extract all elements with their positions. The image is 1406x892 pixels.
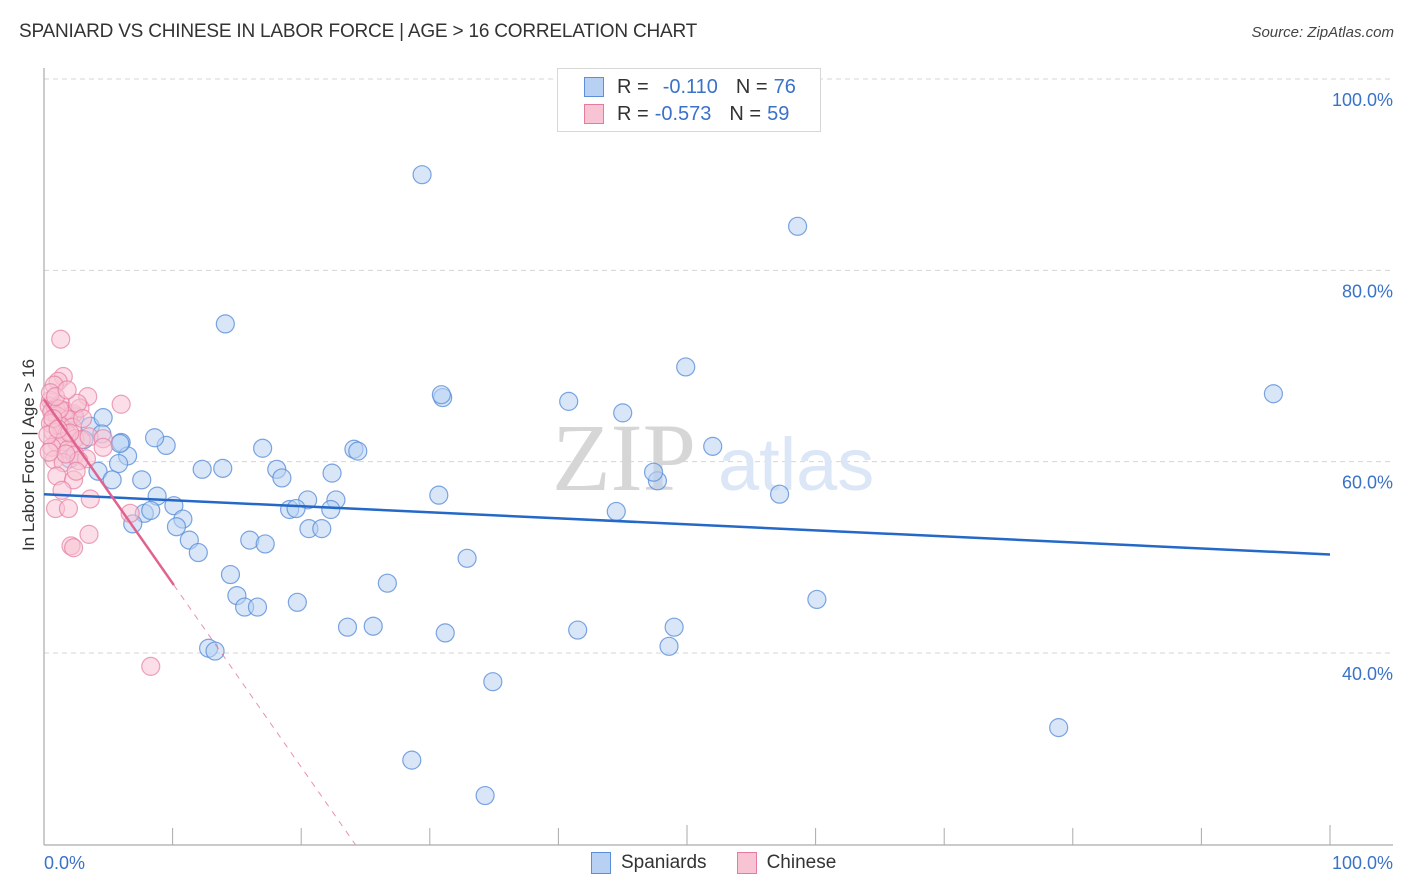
spaniard-point (676, 357, 696, 377)
spaniard-point (412, 165, 432, 185)
spaniard-point (110, 433, 130, 454)
spaniard-point (215, 314, 235, 334)
n-label: N = (729, 102, 762, 125)
chinese-point (111, 394, 131, 414)
r-value: -0.110 (662, 75, 718, 98)
spaniard-point (348, 441, 368, 461)
spaniard-point (429, 485, 449, 505)
spaniard-point (363, 616, 383, 636)
watermark-atlas: atlas (718, 423, 874, 506)
spaniard-point (787, 216, 808, 236)
spaniard-point (132, 470, 152, 490)
y-tick-label: 100.0% (1332, 90, 1393, 110)
spaniard-point (286, 498, 306, 519)
series-legend: Spaniards Chinese (591, 852, 866, 874)
y-tick-label: 80.0% (1342, 281, 1393, 301)
chinese-trend-extension (173, 584, 356, 845)
legend-row-spaniards: R = -0.110 N = 76 (584, 75, 796, 99)
spaniard-point (1263, 384, 1284, 404)
spaniard-point (568, 620, 588, 640)
spaniard-point (287, 592, 307, 612)
chinese-point (80, 489, 100, 509)
spaniard-point (664, 617, 684, 637)
spaniard-point (321, 499, 341, 520)
spaniard-point (483, 672, 503, 692)
spaniard-point (475, 785, 495, 806)
chinese-point (57, 380, 77, 400)
x-tick-label-min: 0.0% (44, 853, 85, 873)
legend-item-chinese[interactable]: Chinese (736, 852, 837, 874)
spaniard-point (807, 589, 827, 610)
chinese-point (93, 437, 113, 457)
r-label: R = (617, 102, 649, 125)
spaniard-point (337, 617, 358, 637)
chinese-swatch (584, 104, 604, 124)
spaniard-point (253, 438, 273, 458)
chinese-point (52, 480, 72, 500)
spaniard-point (213, 458, 233, 478)
n-value: 59 (767, 102, 790, 125)
spaniard-point (377, 573, 397, 593)
chinese-point (58, 498, 79, 519)
n-value: 76 (773, 75, 796, 98)
chinese-point (63, 538, 84, 558)
chinese-point (66, 461, 86, 481)
spaniard-point (312, 519, 332, 539)
legend-label: Chinese (766, 852, 837, 873)
spaniard-point (192, 459, 212, 479)
chinese-point (79, 524, 99, 544)
spaniard-point (457, 548, 477, 568)
spaniard-point (247, 597, 268, 617)
scatter-chart: ZIP atlas 40.0% 60.0% 80.0% 100.0% 0.0% 100… (19, 68, 1393, 873)
legend-label: Spaniards (621, 852, 707, 873)
y-tick-label: 60.0% (1342, 473, 1393, 493)
spaniard-point (769, 484, 790, 504)
legend-item-spaniards[interactable]: Spaniards (591, 852, 707, 874)
spaniard-point (643, 462, 664, 482)
spaniard-point (188, 542, 208, 563)
spaniard-point (108, 453, 129, 474)
spaniard-point (220, 564, 241, 585)
chinese-swatch (736, 852, 757, 874)
correlation-legend: R = -0.110 N = 76 R = -0.573 N = 59 (557, 68, 821, 132)
spaniard-point (435, 623, 455, 643)
spaniard-point (144, 428, 165, 448)
r-value: -0.573 (654, 102, 712, 125)
spaniard-point (402, 750, 422, 770)
spaniards-swatch (584, 77, 604, 97)
chinese-point (56, 444, 76, 464)
spaniard-point (659, 636, 679, 656)
spaniard-point (703, 436, 723, 456)
n-label: N = (735, 75, 768, 98)
spaniard-point (606, 501, 626, 522)
spaniard-point (431, 385, 451, 405)
spaniard-point (272, 468, 292, 488)
r-label: R = (617, 75, 649, 98)
y-tick-labels: 40.0% 60.0% 80.0% 100.0% (1332, 90, 1393, 684)
chinese-point (72, 409, 93, 429)
gridlines (44, 78, 1393, 654)
spaniard-point (141, 500, 161, 521)
spaniard-point (1049, 718, 1069, 738)
spaniard-point (322, 463, 342, 483)
chinese-points (38, 329, 161, 676)
spaniard-point (255, 534, 275, 554)
spaniards-swatch (591, 852, 611, 874)
y-axis-label: In Labor Force | Age > 16 (19, 359, 38, 551)
y-tick-label: 40.0% (1342, 664, 1393, 684)
x-tick-label-max: 100.0% (1332, 853, 1393, 873)
legend-row-chinese: R = -0.573 N = 59 (584, 102, 789, 126)
spaniard-point (559, 391, 579, 411)
watermark: ZIP atlas (552, 404, 874, 511)
spaniard-point (93, 408, 113, 428)
chinese-point (39, 442, 59, 462)
chinese-point (51, 329, 71, 349)
chinese-point (141, 656, 161, 676)
spaniard-point (613, 403, 633, 423)
spaniard-point (166, 517, 187, 537)
